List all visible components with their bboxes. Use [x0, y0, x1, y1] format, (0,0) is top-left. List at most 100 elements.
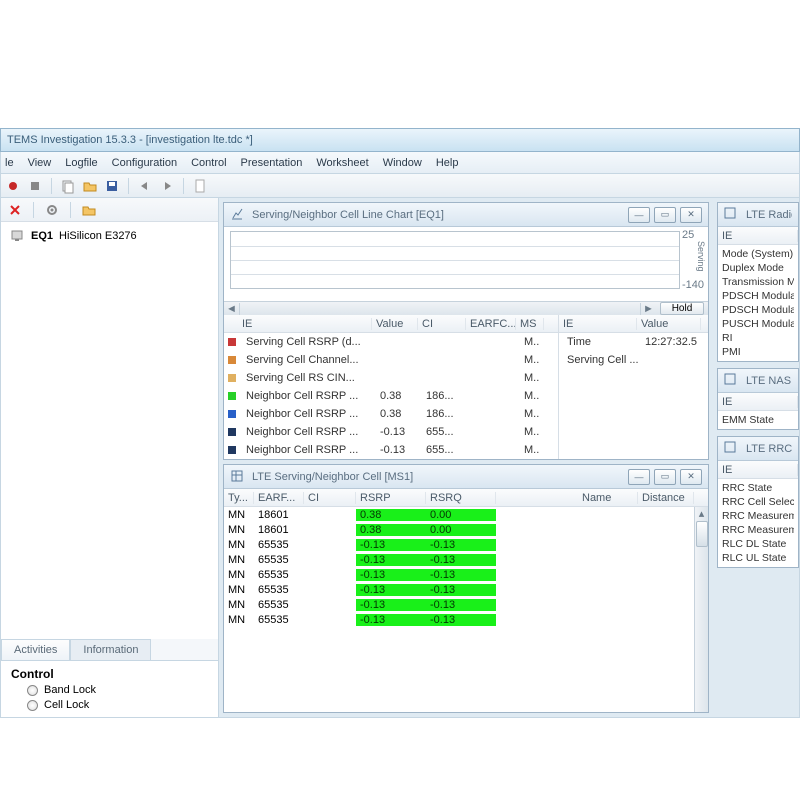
col-value2[interactable]: Value	[637, 318, 701, 330]
menu-control[interactable]: Control	[191, 157, 226, 169]
y-bot: -140	[682, 279, 704, 291]
equipment-row[interactable]: EQ1 HiSilicon E3276	[1, 222, 218, 250]
prev-icon[interactable]	[137, 178, 153, 194]
list-item[interactable]: PMI	[722, 345, 794, 359]
band-lock-label: Band Lock	[44, 684, 96, 696]
menubar: le View Logfile Configuration Control Pr…	[0, 152, 800, 174]
list-item[interactable]: EMM State	[722, 413, 794, 427]
table-row[interactable]: MN65535-0.13-0.13	[224, 612, 708, 627]
mid-column: Serving/Neighbor Cell Line Chart [EQ1] —…	[219, 198, 713, 717]
folder-icon[interactable]	[82, 178, 98, 194]
col-earfc[interactable]: EARFC...	[466, 318, 516, 330]
gear-icon[interactable]	[44, 202, 60, 218]
scroll-right-icon[interactable]: ►	[640, 303, 656, 315]
radio-icon	[27, 685, 38, 696]
panel-title: LTE NAS Sta	[746, 375, 792, 387]
col-ci[interactable]: CI	[304, 492, 356, 504]
save-icon[interactable]	[104, 178, 120, 194]
table-row[interactable]: MN65535-0.13-0.13	[224, 552, 708, 567]
close-button[interactable]: ✕	[680, 207, 702, 223]
ie-grid: IE Value CI EARFC... MS Serving Cell RSR…	[224, 315, 708, 459]
table-row[interactable]: MN65535-0.13-0.13	[224, 597, 708, 612]
ie-row[interactable]: Neighbor Cell RSRP ...0.38186...M..	[224, 387, 558, 405]
ie-row[interactable]: Neighbor Cell RSRP ...-0.13655...M..	[224, 423, 558, 441]
table-row[interactable]: MN65535-0.13-0.13	[224, 567, 708, 582]
list-item[interactable]: RRC Measureme	[722, 509, 794, 523]
col-ms[interactable]: MS	[516, 318, 544, 330]
menu-file[interactable]: le	[5, 157, 14, 169]
col-value[interactable]: Value	[372, 318, 418, 330]
next-icon[interactable]	[159, 178, 175, 194]
tab-information[interactable]: Information	[70, 639, 151, 660]
maximize-button[interactable]: ▭	[654, 207, 676, 223]
col-ci[interactable]: CI	[418, 318, 466, 330]
maximize-button[interactable]: ▭	[654, 469, 676, 485]
col-rsrq[interactable]: RSRQ	[426, 492, 496, 504]
col-rsrp[interactable]: RSRP	[356, 492, 426, 504]
table-row[interactable]: MN65535-0.13-0.13	[224, 582, 708, 597]
list-item[interactable]: RRC State	[722, 481, 794, 495]
band-lock-row[interactable]: Band Lock	[27, 684, 208, 696]
copy-icon[interactable]	[60, 178, 76, 194]
list-item[interactable]: RLC DL State	[722, 537, 794, 551]
delete-icon[interactable]	[7, 202, 23, 218]
folder-open-icon[interactable]	[81, 202, 97, 218]
ie-row[interactable]: Serving Cell Channel...M..	[224, 351, 558, 369]
table-row[interactable]: MN65535-0.13-0.13	[224, 537, 708, 552]
col-ie[interactable]: IE	[718, 464, 798, 476]
stop-icon[interactable]	[27, 178, 43, 194]
right-column: LTE Radio P IE Mode (System)Duplex ModeT…	[713, 198, 799, 717]
list-item[interactable]: PDSCH Modulati	[722, 303, 794, 317]
ie-row[interactable]: Serving Cell RS CIN...M..	[224, 369, 558, 387]
menu-configuration[interactable]: Configuration	[112, 157, 177, 169]
cell-lock-label: Cell Lock	[44, 699, 89, 711]
menu-worksheet[interactable]: Worksheet	[316, 157, 368, 169]
col-ie[interactable]: IE	[238, 318, 372, 330]
ie-row[interactable]: Serving Cell RSRP (d...M..	[224, 333, 558, 351]
list-item[interactable]: PDSCH Modulati	[722, 289, 794, 303]
list-item[interactable]: RRC Cell Selecti	[722, 495, 794, 509]
chart-hscroll[interactable]: ◄ ► Hold	[224, 301, 708, 315]
menu-help[interactable]: Help	[436, 157, 459, 169]
list-item[interactable]: PUSCH Modulati	[722, 317, 794, 331]
list-item[interactable]: Mode (System)	[722, 247, 794, 261]
col-ie2[interactable]: IE	[559, 318, 637, 330]
table-row[interactable]: MN186010.380.00	[224, 522, 708, 537]
minimize-button[interactable]: —	[628, 469, 650, 485]
cell-lock-row[interactable]: Cell Lock	[27, 699, 208, 711]
menu-view[interactable]: View	[28, 157, 52, 169]
list-item[interactable]: RI	[722, 331, 794, 345]
hold-button[interactable]: Hold	[660, 302, 704, 315]
table-icon	[724, 207, 740, 223]
ie-row[interactable]: Neighbor Cell RSRP ...-0.13655...M..	[224, 441, 558, 459]
ie-row[interactable]: Neighbor Cell RSRP ...0.38186...M..	[224, 405, 558, 423]
table-icon	[230, 469, 246, 485]
list-item[interactable]: RLC UL State	[722, 551, 794, 565]
tab-activities[interactable]: Activities	[1, 639, 70, 660]
doc-icon[interactable]	[192, 178, 208, 194]
table-row[interactable]: MN186010.380.00	[224, 507, 708, 522]
menu-presentation[interactable]: Presentation	[241, 157, 303, 169]
panel-title: LTE Radio P	[746, 209, 792, 221]
series-color-icon	[228, 356, 236, 364]
record-icon[interactable]	[5, 178, 21, 194]
menu-window[interactable]: Window	[383, 157, 422, 169]
col-ty[interactable]: Ty...	[224, 492, 254, 504]
panel-line-chart: Serving/Neighbor Cell Line Chart [EQ1] —…	[223, 202, 709, 460]
panel-title: LTE RRC/RL	[746, 443, 792, 455]
col-ie[interactable]: IE	[718, 396, 798, 408]
ie-row[interactable]: Serving Cell ...	[559, 351, 708, 369]
col-earf[interactable]: EARF...	[254, 492, 304, 504]
ie-row[interactable]: Time12:27:32.5	[559, 333, 708, 351]
close-button[interactable]: ✕	[680, 469, 702, 485]
menu-logfile[interactable]: Logfile	[65, 157, 97, 169]
list-item[interactable]: Duplex Mode	[722, 261, 794, 275]
col-ie[interactable]: IE	[718, 230, 798, 242]
scroll-left-icon[interactable]: ◄	[224, 303, 240, 315]
list-item[interactable]: Transmission Mo	[722, 275, 794, 289]
col-distance[interactable]: Distance	[638, 492, 694, 504]
list-item[interactable]: RRC Measureme	[722, 523, 794, 537]
vscroll[interactable]: ▴	[694, 507, 708, 712]
minimize-button[interactable]: —	[628, 207, 650, 223]
col-name[interactable]: Name	[578, 492, 638, 504]
